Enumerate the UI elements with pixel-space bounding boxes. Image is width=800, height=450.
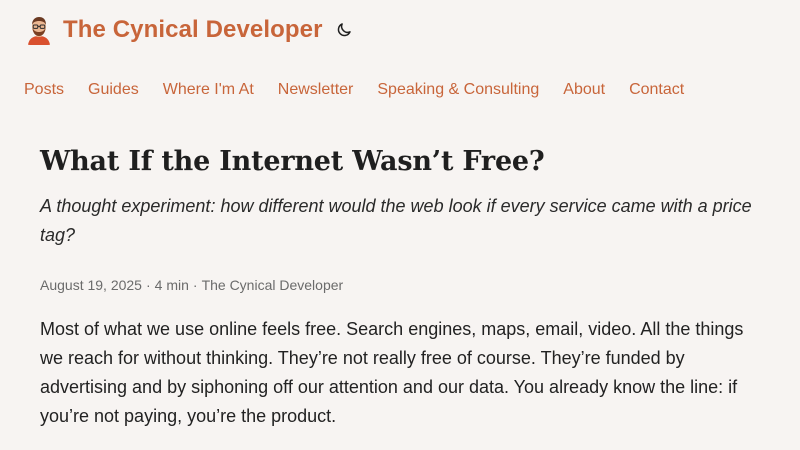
moon-glyph [337,23,351,37]
meta-separator: · [192,277,198,293]
post-date: August 19, 2025 [40,277,142,293]
nav-link-posts[interactable]: Posts [24,78,64,102]
page: The Cynical Developer Posts Guides Where… [0,0,800,450]
avatar-illustration [24,15,54,45]
nav-link-newsletter[interactable]: Newsletter [278,78,354,102]
article: What If the Internet Wasn’t Free? A thou… [40,140,770,449]
post-title: What If the Internet Wasn’t Free? [40,146,545,177]
nav-link-contact[interactable]: Contact [629,78,684,102]
nav-link-where-im-at[interactable]: Where I'm At [163,78,254,102]
nav-link-about[interactable]: About [563,78,605,102]
site-title-link[interactable]: The Cynical Developer [63,12,323,48]
main-nav: Posts Guides Where I'm At Newsletter Spe… [24,78,684,102]
nav-link-speaking-consulting[interactable]: Speaking & Consulting [377,78,539,102]
post-subtitle: A thought experiment: how different woul… [40,196,752,245]
site-header: The Cynical Developer [24,12,355,48]
nav-link-guides[interactable]: Guides [88,78,139,102]
post-read-time: 4 min [154,277,189,293]
developer-avatar-icon[interactable] [24,15,54,45]
post-author: The Cynical Developer [201,277,344,293]
moon-icon[interactable] [333,19,355,41]
meta-separator: · [145,277,151,293]
post-meta: August 19, 2025 · 4 min · The Cynical Develo… [40,274,770,296]
post-body-paragraph: Most of what we use online feels free. S… [40,319,744,426]
